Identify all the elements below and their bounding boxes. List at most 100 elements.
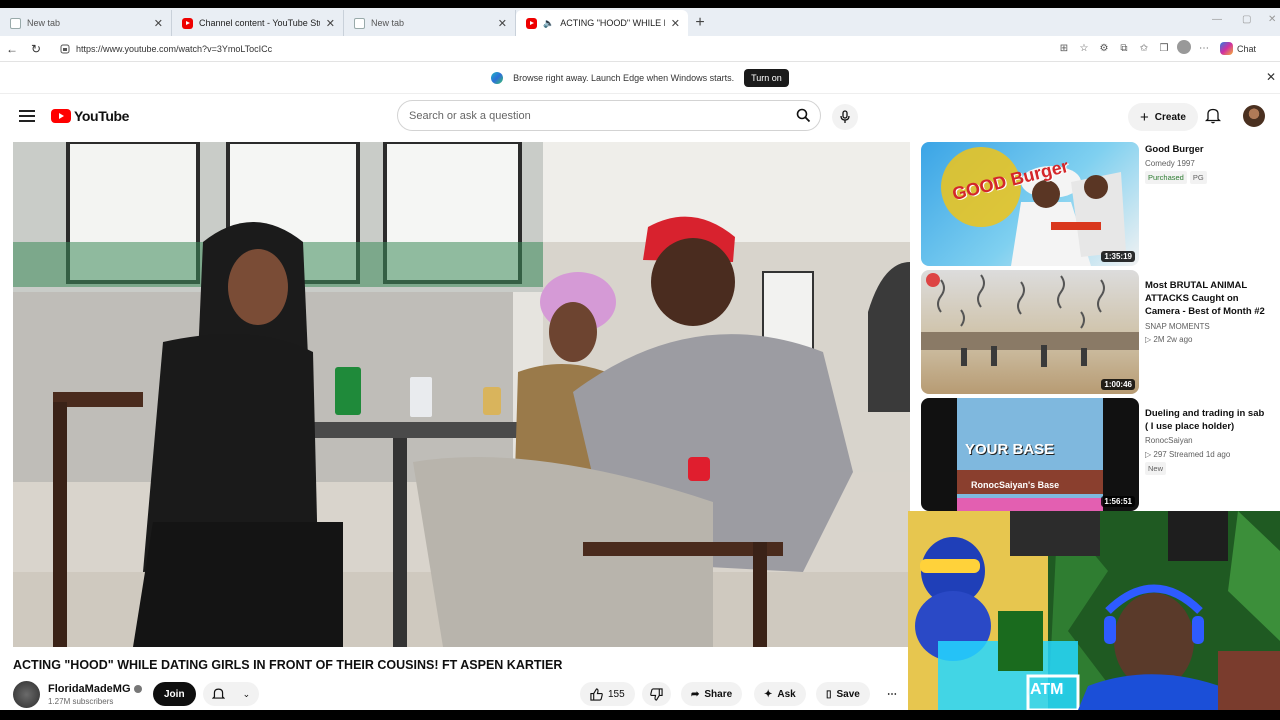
channel-avatar[interactable] xyxy=(13,681,40,708)
recommendation-item[interactable]: 1:00:46 Most BRUTAL ANIMAL ATTACKS Caugh… xyxy=(921,270,1266,394)
recommendation-item[interactable]: YOUR BASE RonocSaiyan's Base 1:56:51 Due… xyxy=(921,398,1266,522)
close-icon[interactable]: ✕ xyxy=(671,17,680,30)
hamburger-menu-icon[interactable] xyxy=(19,110,35,122)
like-button[interactable]: 155 xyxy=(580,682,635,706)
tab-title: New tab xyxy=(371,18,405,28)
share-label: Share xyxy=(704,688,733,700)
recommendation-channel: SNAP MOMENTS xyxy=(1145,322,1210,331)
recommendation-title[interactable]: Most BRUTAL ANIMAL ATTACKS Caught on Cam… xyxy=(1145,279,1267,318)
site-info-icon[interactable] xyxy=(60,44,70,54)
webcam-feed xyxy=(908,511,1280,710)
thumbnail-subtext: RonocSaiyan's Base xyxy=(971,480,1060,490)
extensions-icon[interactable]: ⚙ xyxy=(1094,43,1114,54)
tab-new-tab-1[interactable]: New tab ✕ xyxy=(0,10,172,36)
tab-new-tab-2[interactable]: New tab ✕ xyxy=(344,10,516,36)
thumbnail-art xyxy=(941,147,1126,266)
voice-search-button[interactable] xyxy=(832,104,858,130)
notifications-button[interactable] xyxy=(1204,107,1222,129)
duration-badge: 1:35:19 xyxy=(1101,251,1135,262)
youtube-header: YouTube Search or ask a question + Creat… xyxy=(0,94,1280,144)
recommendation-channel: RonocSaiyan xyxy=(1145,436,1193,445)
create-button[interactable]: + Create xyxy=(1128,103,1198,131)
close-icon[interactable]: ✕ xyxy=(498,17,507,30)
thumbnail-text: YOUR BASE xyxy=(965,441,1055,458)
atm-sign-text: ATM xyxy=(1030,681,1064,698)
close-icon[interactable]: ✕ xyxy=(1266,70,1276,84)
recommendation-meta: Comedy 1997 xyxy=(1145,159,1195,168)
split-screen-icon[interactable]: ⧉ xyxy=(1114,43,1134,54)
new-tab-button[interactable]: + xyxy=(688,10,712,36)
recommendation-thumbnail[interactable]: GOOD Burger 1:35:19 xyxy=(921,142,1139,266)
video-player[interactable] xyxy=(13,142,910,647)
copilot-button[interactable]: Chat xyxy=(1220,42,1256,55)
save-button[interactable]: ▯ Save xyxy=(816,682,870,706)
recommendation-stats: ▷ 2M 2w ago xyxy=(1145,335,1193,344)
tab-current-video[interactable]: 🔈 ACTING "HOOD" WHILE DATING ✕ xyxy=(516,10,688,36)
plus-icon: + xyxy=(1140,108,1149,126)
profile-icon[interactable] xyxy=(1174,40,1194,57)
youtube-play-icon xyxy=(51,109,71,123)
search-placeholder: Search or ask a question xyxy=(409,109,531,122)
recommendation-item[interactable]: GOOD Burger 1:35:19 Good Burger Comedy 1… xyxy=(921,142,1266,266)
search-button[interactable] xyxy=(786,101,820,130)
apps-icon[interactable]: ⊞ xyxy=(1054,43,1074,54)
youtube-icon xyxy=(526,17,537,29)
channel-name[interactable]: FloridaMadeMG xyxy=(48,683,142,695)
share-button[interactable]: ➦ Share xyxy=(681,682,743,706)
new-badge: New xyxy=(1145,462,1167,475)
create-label: Create xyxy=(1154,111,1186,123)
join-button[interactable]: Join xyxy=(153,682,196,706)
collections-icon[interactable]: ❒ xyxy=(1154,43,1174,54)
speaker-icon[interactable]: 🔈 xyxy=(543,18,554,29)
newtab-icon xyxy=(354,17,365,29)
dislike-button[interactable] xyxy=(642,682,671,706)
duration-badge: 1:00:46 xyxy=(1101,379,1135,390)
favorites-icon[interactable]: ✩ xyxy=(1134,43,1154,54)
tab-youtube-studio[interactable]: Channel content - YouTube Studio ✕ xyxy=(172,10,344,36)
recommendation-badges: Purchased PG xyxy=(1145,171,1210,184)
save-label: Save xyxy=(836,688,860,700)
recommendation-title[interactable]: Dueling and trading in sab ( I use place… xyxy=(1145,407,1267,433)
bookmark-icon: ▯ xyxy=(826,688,832,700)
close-icon[interactable]: ✕ xyxy=(326,17,335,30)
recommendation-thumbnail[interactable]: YOUR BASE RonocSaiyan's Base 1:56:51 xyxy=(921,398,1139,511)
back-icon[interactable]: ← xyxy=(0,42,24,56)
video-title: ACTING "HOOD" WHILE DATING GIRLS IN FRON… xyxy=(13,658,563,672)
verified-icon xyxy=(133,685,142,693)
address-input[interactable]: https://www.youtube.com/watch?v=3YmoLToc… xyxy=(54,39,1054,59)
user-avatar[interactable] xyxy=(1243,105,1265,127)
youtube-logo[interactable]: YouTube xyxy=(51,108,129,124)
chevron-down-icon: ⌄ xyxy=(242,688,251,699)
more-actions-icon[interactable]: ⋯ xyxy=(883,682,901,706)
minimize-icon[interactable]: — xyxy=(1212,14,1222,25)
tab-title: Channel content - YouTube Studio xyxy=(199,18,320,28)
maximize-icon[interactable]: ▢ xyxy=(1242,14,1251,25)
address-bar-row: ← ↻ https://www.youtube.com/watch?v=3Ymo… xyxy=(0,36,1280,62)
video-frame xyxy=(13,142,910,647)
search-icon xyxy=(796,108,810,123)
thumbs-down-icon xyxy=(650,687,663,701)
turn-on-button[interactable]: Turn on xyxy=(744,68,789,87)
channel-row: FloridaMadeMG 1.27M subscribers Join ⌄ 1… xyxy=(13,681,913,710)
refresh-icon[interactable]: ↻ xyxy=(24,42,48,56)
ask-button[interactable]: ✦ Ask xyxy=(754,682,806,706)
youtube-icon xyxy=(182,17,193,29)
subscriber-count: 1.27M subscribers xyxy=(48,697,114,706)
bell-icon xyxy=(1204,108,1222,124)
recommendation-badges: New xyxy=(1145,462,1169,475)
thumbnail-art xyxy=(921,273,1139,367)
thumbs-up-icon xyxy=(590,687,603,701)
url-text: https://www.youtube.com/watch?v=3YmoLToc… xyxy=(76,43,273,54)
favorite-star-icon[interactable]: ☆ xyxy=(1074,43,1094,54)
close-window-icon[interactable]: ✕ xyxy=(1268,14,1276,25)
newtab-icon xyxy=(10,17,21,29)
recommendation-thumbnail[interactable]: 1:00:46 xyxy=(921,270,1139,394)
search-input[interactable]: Search or ask a question xyxy=(397,100,821,131)
tab-strip: New tab ✕ Channel content - YouTube Stud… xyxy=(0,8,1280,36)
subscription-bell-button[interactable]: ⌄ xyxy=(203,682,259,706)
more-icon[interactable]: ⋯ xyxy=(1194,43,1214,54)
duration-badge: 1:56:51 xyxy=(1101,496,1135,507)
recommendation-title[interactable]: Good Burger xyxy=(1145,143,1267,156)
close-icon[interactable]: ✕ xyxy=(154,17,163,30)
infobar-message: Browse right away. Launch Edge when Wind… xyxy=(513,72,735,83)
